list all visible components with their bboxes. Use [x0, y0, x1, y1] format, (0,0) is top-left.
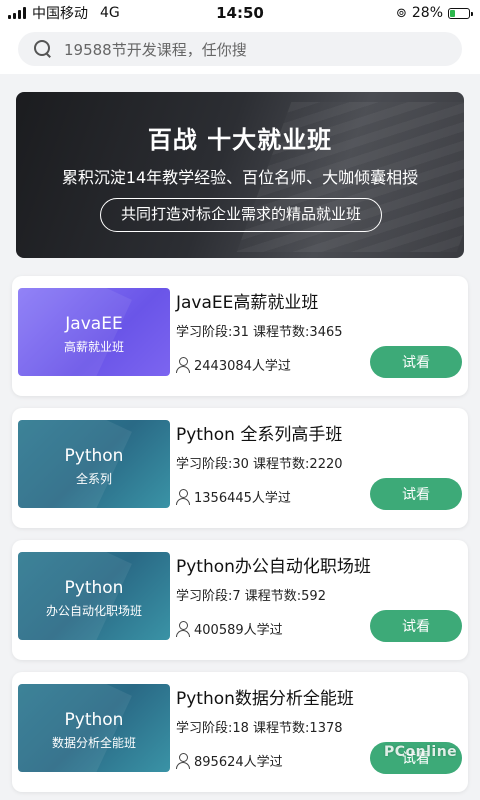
thumbnail-subtitle: 数据分析全能班 [51, 736, 136, 750]
course-thumbnail[interactable]: Python 办公自动化职场班 [18, 552, 170, 640]
carrier-name: 中国移动 [32, 6, 88, 22]
thumbnail-title: Python [64, 710, 124, 730]
thumbnail-title: Python [64, 446, 124, 466]
course-title[interactable]: Python数据分析全能班 [176, 684, 354, 709]
learner-count-text: 2443084人学过 [194, 359, 291, 374]
battery-percent: 28% [411, 5, 443, 21]
network-type: 4G [100, 5, 120, 21]
signal-icon [8, 7, 26, 19]
orientation-lock-icon: ⊚ [395, 5, 407, 21]
course-card[interactable]: Python 办公自动化职场班 Python办公自动化职场班 学习阶段:7 课程… [12, 540, 468, 660]
trial-button[interactable]: 试看 [370, 610, 462, 642]
learner-count: 895624人学过 [176, 751, 283, 770]
course-meta: 学习阶段:18 课程节数:1378 [176, 721, 343, 736]
status-bar: 中国移动 4G 14:50 ⊚ 28% [0, 0, 480, 26]
search-placeholder: 19588节开发课程，任你搜 [64, 40, 247, 59]
course-title[interactable]: Python办公自动化职场班 [176, 552, 371, 577]
learner-count: 400589人学过 [176, 619, 283, 638]
course-card[interactable]: Python 全系列 Python 全系列高手班 学习阶段:30 课程节数:22… [12, 408, 468, 528]
watermark-logo: PConline [384, 744, 458, 760]
learner-count-text: 895624人学过 [194, 755, 283, 770]
learner-count-text: 1356445人学过 [194, 491, 291, 506]
trial-button[interactable]: 试看 [370, 478, 462, 510]
promo-banner[interactable]: 百战 十大就业班 累积沉淀14年教学经验、百位名师、大咖倾囊相授 共同打造对标企… [16, 92, 464, 258]
learner-count-text: 400589人学过 [194, 623, 283, 638]
course-title[interactable]: Python 全系列高手班 [176, 420, 342, 445]
thumbnail-title: Python [64, 578, 124, 598]
search-header: 19588节开发课程，任你搜 [0, 26, 480, 74]
learner-count: 1356445人学过 [176, 487, 291, 506]
battery-icon [448, 7, 473, 19]
user-icon [176, 488, 190, 505]
search-input[interactable]: 19588节开发课程，任你搜 [18, 32, 462, 66]
course-meta: 学习阶段:30 课程节数:2220 [176, 457, 343, 472]
course-thumbnail[interactable]: Python 全系列 [18, 420, 170, 508]
course-thumbnail[interactable]: Python 数据分析全能班 [18, 684, 170, 772]
thumbnail-title: JavaEE [65, 314, 123, 334]
thumbnail-subtitle: 高薪就业班 [63, 340, 124, 354]
status-right: ⊚ 28% [395, 5, 473, 21]
banner-subtitle: 累积沉淀14年教学经验、百位名师、大咖倾囊相授 [61, 168, 419, 187]
course-meta: 学习阶段:7 课程节数:592 [176, 589, 326, 604]
banner-tag: 共同打造对标企业需求的精品就业班 [100, 198, 382, 232]
user-icon [176, 752, 190, 769]
trial-button[interactable]: 试看 [370, 346, 462, 378]
course-thumbnail[interactable]: JavaEE 高薪就业班 [18, 288, 170, 376]
search-icon [34, 40, 52, 58]
battery-fill [450, 9, 456, 17]
user-icon [176, 356, 190, 373]
banner-title: 百战 十大就业班 [147, 126, 333, 154]
user-icon [176, 620, 190, 637]
course-meta: 学习阶段:31 课程节数:3465 [176, 325, 343, 340]
course-card[interactable]: JavaEE 高薪就业班 JavaEE高薪就业班 学习阶段:31 课程节数:34… [12, 276, 468, 396]
thumbnail-subtitle: 全系列 [75, 472, 112, 486]
status-left: 中国移动 4G [8, 3, 120, 23]
thumbnail-subtitle: 办公自动化职场班 [45, 604, 142, 618]
learner-count: 2443084人学过 [176, 355, 291, 374]
course-title[interactable]: JavaEE高薪就业班 [176, 288, 318, 313]
